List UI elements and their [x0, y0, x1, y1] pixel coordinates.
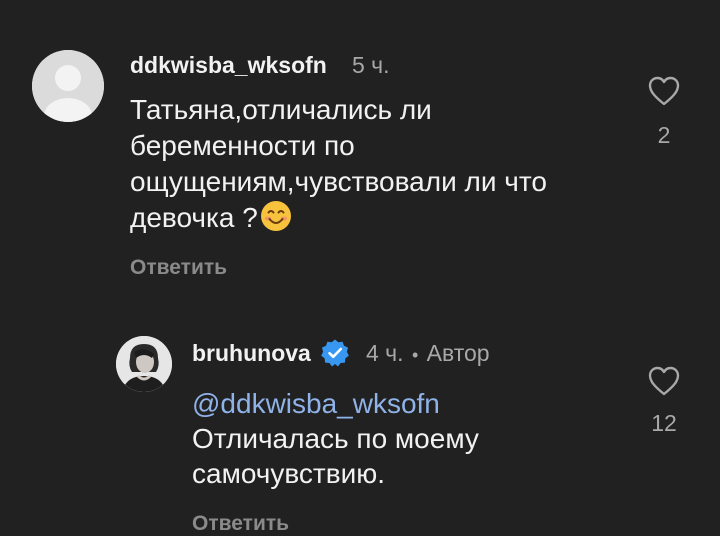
smiling-emoji [260, 200, 292, 241]
comment-line: беременности по [130, 130, 355, 161]
heart-outline-icon [648, 76, 680, 106]
smiling-face-icon [260, 201, 291, 231]
comment-line: Татьяна,отличались ли [130, 94, 432, 125]
like-count: 12 [651, 410, 677, 436]
avatar[interactable] [32, 50, 104, 122]
comment-text: @ddkwisba_wksofn Отличалась по моему сам… [192, 386, 479, 491]
comment-time: 4 ч. [366, 340, 404, 366]
comment-line: ощущениям,чувствовали ли что [130, 166, 547, 197]
reply-button[interactable]: Ответить [192, 512, 289, 536]
like-button[interactable] [648, 366, 680, 401]
comment-line: самочувствию. [192, 458, 386, 489]
verified-icon [321, 339, 349, 367]
comment-last-line: девочка ? [130, 200, 547, 241]
like-count: 2 [657, 122, 671, 148]
comment-line: девочка ? [130, 202, 258, 233]
reply-button[interactable]: Ответить [130, 256, 227, 280]
heart-outline-icon [648, 366, 680, 396]
meta-separator: • [411, 345, 419, 365]
comment-time: 5 ч. [352, 52, 390, 78]
comment-meta: 4 ч. • Автор [366, 340, 490, 367]
verified-badge-icon [320, 338, 350, 373]
author-badge: Автор [426, 340, 490, 366]
profile-photo [116, 336, 172, 392]
default-avatar-icon [32, 50, 104, 122]
avatar[interactable] [116, 336, 172, 392]
comment-line: Отличалась по моему [192, 423, 479, 454]
mention-link[interactable]: @ddkwisba_wksofn [192, 386, 479, 421]
comment-username[interactable]: bruhunova [192, 340, 311, 367]
like-button[interactable] [648, 76, 680, 111]
comment-username[interactable]: ddkwisba_wksofn [130, 52, 327, 79]
comment-text: Татьяна,отличались ли беременности по ощ… [130, 92, 547, 241]
